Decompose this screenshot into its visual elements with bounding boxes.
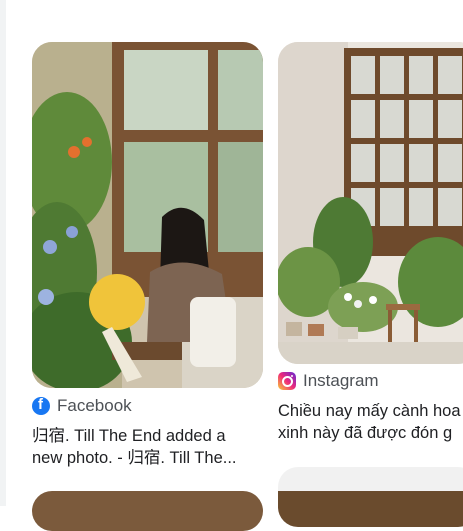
result-image-next-right[interactable]: [278, 467, 463, 527]
result-source-instagram[interactable]: Instagram: [278, 371, 379, 391]
caption-line-1: Chiều nay mấy cành hoa: [278, 402, 461, 420]
result-caption-instagram[interactable]: Chiều nay mấy cành hoa xinh này đã được …: [278, 400, 463, 444]
source-name: Instagram: [303, 371, 379, 390]
caption-line-2: new photo. - 归宿. Till The...: [32, 449, 237, 467]
result-image-instagram[interactable]: [278, 42, 463, 364]
source-name: Facebook: [57, 396, 132, 415]
caption-line-2: xinh này đã được đón g: [278, 424, 453, 442]
result-caption-facebook[interactable]: 归宿. Till The End added a new photo. - 归宿…: [32, 425, 257, 469]
woman-with-flowers-photo: [32, 42, 263, 388]
result-image-next-left[interactable]: [32, 491, 263, 531]
facebook-icon: [32, 396, 50, 415]
instagram-icon: [278, 372, 296, 390]
result-image-facebook[interactable]: [32, 42, 263, 388]
flower-shop-window-photo: [278, 42, 463, 364]
caption-line-1: 归宿. Till The End added a: [32, 427, 226, 445]
next-right-photo: [278, 491, 463, 527]
result-source-facebook[interactable]: Facebook: [32, 396, 132, 416]
left-border: [0, 0, 6, 506]
